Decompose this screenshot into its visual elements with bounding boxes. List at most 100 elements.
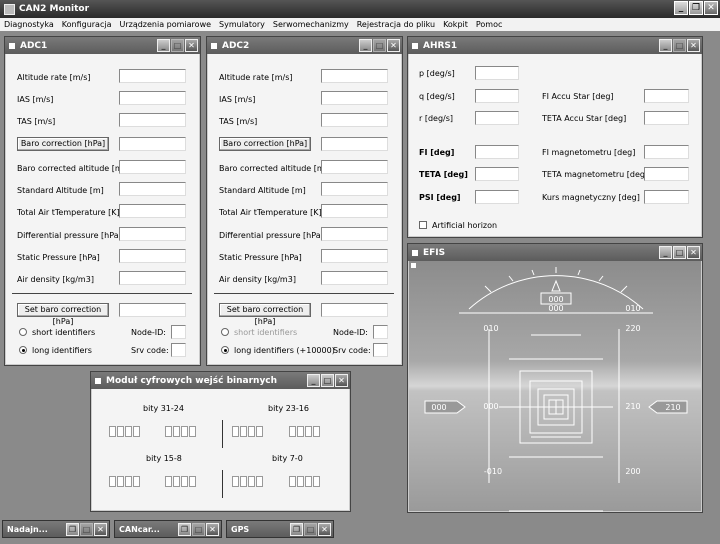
close-icon[interactable]: ✕ — [318, 523, 331, 536]
node-id-field[interactable] — [171, 325, 186, 339]
ahrs-teta-field[interactable] — [475, 167, 519, 181]
menu-kokpit[interactable]: Kokpit — [439, 20, 472, 29]
short-identifiers-radio[interactable] — [221, 328, 229, 336]
ahrs1-titlebar[interactable]: AHRS1 _ □ ✕ — [408, 37, 702, 54]
adc2-value-field[interactable] — [321, 249, 388, 263]
minimize-icon[interactable]: _ — [307, 374, 320, 387]
ahrs1-window[interactable]: AHRS1 _ □ ✕ p [deg/s] q [deg/s] r [deg/s] … — [407, 36, 703, 238]
restore-icon[interactable]: ❐ — [290, 523, 303, 536]
minimize-icon[interactable]: _ — [359, 39, 372, 52]
bits-group-1b — [165, 426, 197, 437]
ahrs-r-field[interactable] — [475, 111, 519, 125]
adc2-row-label: Altitude rate [m/s] — [219, 73, 293, 82]
close-icon[interactable]: ✕ — [185, 39, 198, 52]
restore-icon[interactable]: ❐ — [689, 1, 703, 15]
menu-diagnostyka[interactable]: Diagnostyka — [0, 20, 58, 29]
maximize-icon[interactable]: □ — [321, 374, 334, 387]
maximize-icon[interactable]: □ — [673, 246, 686, 259]
srv-code-field[interactable] — [373, 343, 388, 357]
minimized-window-cancar[interactable]: CANcar... ❐ □ ✕ — [114, 520, 222, 538]
app-icon — [4, 3, 15, 15]
binary-titlebar[interactable]: Moduł cyfrowych wejść binarnych _ □ ✕ — [91, 372, 350, 389]
adc1-value-field[interactable] — [119, 69, 186, 83]
adc2-value-field[interactable] — [321, 271, 388, 285]
close-icon[interactable]: ✕ — [387, 39, 400, 52]
menu-pomoc[interactable]: Pomoc — [472, 20, 507, 29]
close-icon[interactable]: ✕ — [206, 523, 219, 536]
close-icon[interactable]: ✕ — [335, 374, 348, 387]
set-baro-correction-button[interactable]: Set baro correction [hPa] — [219, 303, 311, 326]
ahrs-fi-field[interactable] — [475, 145, 519, 159]
close-icon[interactable]: ✕ — [704, 1, 718, 15]
ahrs-teta-label: TETA [deg] — [419, 170, 468, 179]
menu-urzadzenia[interactable]: Urządzenia pomiarowe — [115, 20, 215, 29]
close-icon[interactable]: ✕ — [687, 246, 700, 259]
restore-icon[interactable]: ❐ — [66, 523, 79, 536]
adc1-value-field[interactable] — [119, 160, 186, 174]
adc2-value-field[interactable] — [321, 113, 388, 127]
adc2-window[interactable]: ADC2 _ □ ✕ Altitude rate [m/s] IAS [m/s] TAS… — [206, 36, 403, 366]
ahrs-r-label: r [deg/s] — [419, 114, 454, 123]
ahrs-psi-label: PSI [deg] — [419, 193, 461, 202]
ahrs-fi-accu-field[interactable] — [644, 89, 689, 103]
short-identifiers-radio[interactable] — [19, 328, 27, 336]
adc2-value-field[interactable] — [321, 182, 388, 196]
adc1-value-field[interactable] — [119, 249, 186, 263]
menu-konfiguracja[interactable]: Konfiguracja — [58, 20, 116, 29]
adc1-value-field[interactable] — [119, 113, 186, 127]
ahrs-teta-mag-field[interactable] — [644, 167, 689, 181]
set-baro-field[interactable] — [321, 303, 388, 317]
long-identifiers-radio[interactable] — [19, 346, 27, 354]
adc1-titlebar[interactable]: ADC1 _ □ ✕ — [5, 37, 200, 54]
efis-window[interactable]: EFIS _ □ ✕ 000 000 010 010 000 -010 220 21… — [407, 243, 703, 513]
adc2-value-field[interactable] — [321, 91, 388, 105]
ahrs-psi-field[interactable] — [475, 190, 519, 204]
adc1-value-field[interactable] — [119, 137, 186, 151]
set-baro-field[interactable] — [119, 303, 186, 317]
adc1-window[interactable]: ADC1 _ □ ✕ Altitude rate [m/s] IAS [m/s] TAS… — [4, 36, 201, 366]
node-id-field[interactable] — [373, 325, 388, 339]
close-icon[interactable]: ✕ — [94, 523, 107, 536]
adc2-value-field[interactable] — [321, 204, 388, 218]
adc2-value-field[interactable] — [321, 69, 388, 83]
minimized-window-nadajn[interactable]: Nadajn... ❐ □ ✕ — [2, 520, 110, 538]
efis-titlebar[interactable]: EFIS _ □ ✕ — [408, 244, 702, 261]
ahrs-kurs-label: Kurs magnetyczny [deg] — [542, 193, 640, 202]
srv-code-field[interactable] — [171, 343, 186, 357]
adc2-value-field[interactable] — [321, 160, 388, 174]
binary-inputs-window[interactable]: Moduł cyfrowych wejść binarnych _ □ ✕ bity… — [90, 371, 351, 512]
restore-icon[interactable]: ❐ — [178, 523, 191, 536]
menu-symulatory[interactable]: Symulatory — [215, 20, 269, 29]
minimized-window-gps[interactable]: GPS ❐ □ ✕ — [226, 520, 334, 538]
ahrs-q-field[interactable] — [475, 89, 519, 103]
adc1-value-field[interactable] — [119, 271, 186, 285]
ahrs-fi-mag-field[interactable] — [644, 145, 689, 159]
adc2-value-field[interactable] — [321, 227, 388, 241]
close-icon[interactable]: ✕ — [687, 39, 700, 52]
minimize-icon[interactable]: _ — [674, 1, 688, 15]
adc1-value-field[interactable] — [119, 91, 186, 105]
adc1-value-field[interactable] — [119, 204, 186, 218]
ahrs-fi-mag-label: FI magnetometru [deg] — [542, 148, 636, 157]
set-baro-correction-button[interactable]: Set baro correction [hPa] — [17, 303, 109, 326]
adc1-value-field[interactable] — [119, 182, 186, 196]
right-tape-bot: 200 — [625, 467, 640, 476]
adc2-value-field[interactable] — [321, 137, 388, 151]
minimize-icon[interactable]: _ — [157, 39, 170, 52]
minimize-icon[interactable]: _ — [659, 246, 672, 259]
minimize-icon[interactable]: _ — [659, 39, 672, 52]
adc2-titlebar[interactable]: ADC2 _ □ ✕ — [207, 37, 402, 54]
baro-correction-button[interactable]: Baro correction [hPa] — [17, 137, 109, 151]
ahrs-kurs-field[interactable] — [644, 190, 689, 204]
ahrs-teta-accu-field[interactable] — [644, 111, 689, 125]
minimized-label: GPS — [231, 524, 250, 534]
adc1-value-field[interactable] — [119, 227, 186, 241]
menu-rejestracja[interactable]: Rejestracja do pliku — [353, 20, 439, 29]
ahrs-p-field[interactable] — [475, 66, 519, 80]
menu-serwomechanizmy[interactable]: Serwomechanizmy — [269, 20, 353, 29]
long-identifiers-radio[interactable] — [221, 346, 229, 354]
maximize-icon: □ — [192, 523, 205, 536]
right-readout-text: 210 — [665, 403, 680, 412]
artificial-horizon-checkbox[interactable] — [419, 221, 427, 229]
baro-correction-button[interactable]: Baro correction [hPa] — [219, 137, 311, 151]
